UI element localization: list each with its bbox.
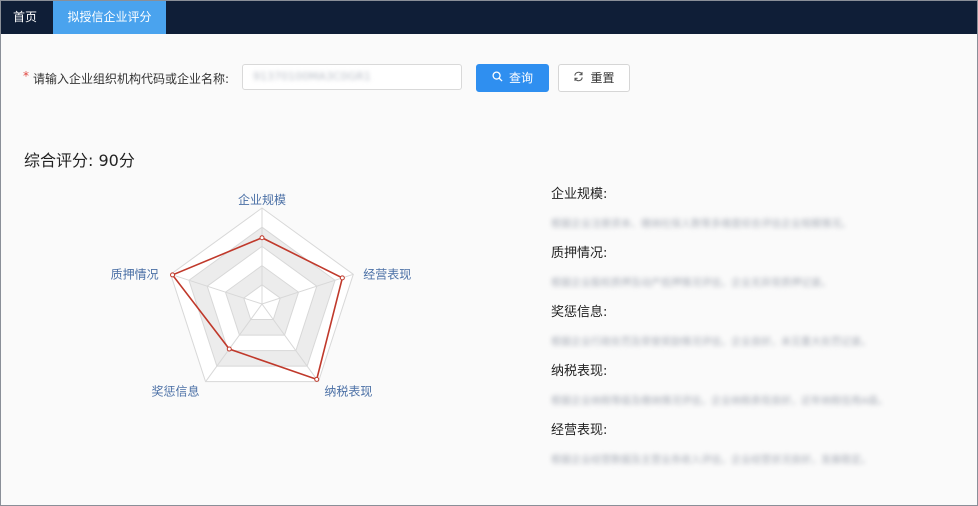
query-button-label: 查询	[508, 71, 533, 85]
radar-point	[339, 275, 345, 281]
app-window: 首页 拟授信企业评分 * 请输入企业组织机构代码或企业名称: 91370100M…	[0, 0, 978, 506]
description-item: 质押情况: 根据企业股权质押及动产抵押情况评估，企业无异常质押记录。	[551, 244, 971, 303]
refresh-icon	[573, 65, 584, 91]
description-text: 根据企业股权质押及动产抵押情况评估，企业无异常质押记录。	[551, 278, 831, 289]
tab-home[interactable]: 首页	[1, 1, 49, 34]
search-input[interactable]: 91370100MA3C0GR1	[242, 64, 462, 90]
description-title: 企业规模:	[551, 187, 608, 202]
search-label: 请输入企业组织机构代码或企业名称:	[33, 72, 230, 86]
required-mark: *	[23, 69, 29, 83]
radar-point	[314, 376, 320, 382]
radar-point	[259, 235, 265, 241]
tab-enterprise-score[interactable]: 拟授信企业评分	[53, 1, 166, 34]
description-item: 经营表现: 根据企业经营数据及主营业务收入评估，企业经营状况良好，发展稳定。	[551, 421, 971, 480]
search-icon	[492, 65, 503, 91]
search-input-value: 91370100MA3C0GR1	[253, 70, 371, 83]
description-text: 根据企业行政处罚及荣誉奖励情况评估，企业良好，未见重大处罚记录。	[551, 337, 871, 348]
radar-point	[226, 346, 232, 352]
overall-score-value: 90分	[98, 151, 135, 170]
description-text: 根据企业经营数据及主营业务收入评估，企业经营状况良好，发展稳定。	[551, 455, 871, 466]
overall-score-label: 综合评分:	[24, 151, 94, 170]
description-panel: 企业规模: 根据企业注册资本、缴纳社保人数等多维度综合评估企业规模情况。 质押情…	[551, 185, 971, 480]
query-button[interactable]: 查询	[476, 64, 549, 92]
reset-button[interactable]: 重置	[558, 64, 630, 92]
reset-button-label: 重置	[590, 71, 615, 85]
radar-indicator-label: 奖惩信息	[152, 384, 200, 399]
radar-indicator-label: 纳税表现	[324, 385, 372, 399]
description-item: 奖惩信息: 根据企业行政处罚及荣誉奖励情况评估，企业良好，未见重大处罚记录。	[551, 303, 971, 362]
description-text: 根据企业注册资本、缴纳社保人数等多维度综合评估企业规模情况。	[551, 219, 851, 230]
description-title: 奖惩信息:	[551, 305, 608, 320]
radar-indicator-label: 企业规模	[238, 192, 286, 207]
description-item: 企业规模: 根据企业注册资本、缴纳社保人数等多维度综合评估企业规模情况。	[551, 185, 971, 244]
description-item: 纳税表现: 根据企业纳税等级及缴纳情况评估，企业纳税表现良好，近年纳税信用A级。	[551, 362, 971, 421]
radar-indicator-label: 经营表现	[363, 267, 411, 281]
radar-point	[170, 272, 176, 278]
description-title: 质押情况:	[551, 246, 608, 261]
radar-chart: 企业规模经营表现纳税表现 奖惩信息 质押情况	[111, 192, 412, 399]
overall-score: 综合评分: 90分	[24, 147, 135, 171]
description-title: 经营表现:	[551, 423, 608, 438]
description-title: 纳税表现:	[551, 364, 608, 379]
description-text: 根据企业纳税等级及缴纳情况评估，企业纳税表现良好，近年纳税信用A级。	[551, 396, 888, 407]
radar-indicator-label: 质押情况	[111, 267, 159, 281]
top-nav-bar: 首页 拟授信企业评分	[1, 1, 977, 34]
